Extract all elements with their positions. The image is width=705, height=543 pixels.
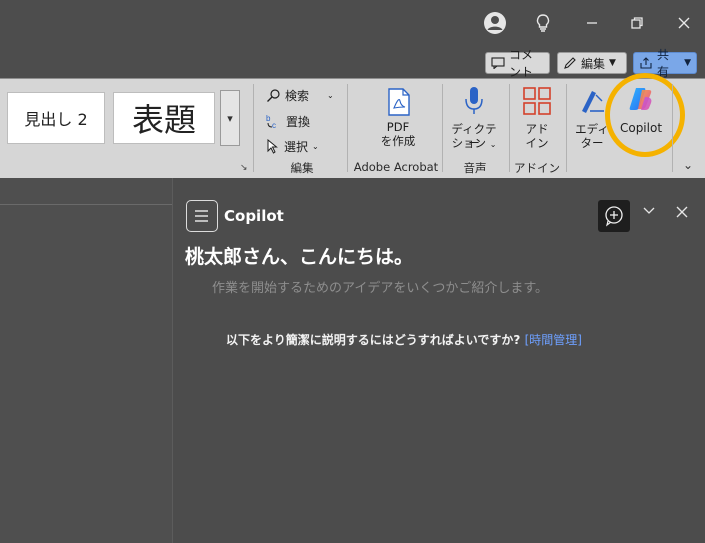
suggestion-link[interactable]: [時間管理] bbox=[525, 333, 582, 347]
create-pdf-label-2: を作成 bbox=[380, 134, 416, 148]
dictate-button[interactable]: ディクテー ション ⌄ bbox=[446, 84, 502, 154]
copilot-menu-icon[interactable] bbox=[186, 200, 218, 232]
comment-button[interactable]: コメント bbox=[485, 48, 550, 79]
style-title[interactable]: 表題 bbox=[113, 92, 215, 144]
close-icon[interactable] bbox=[671, 10, 697, 36]
ribbon-separator bbox=[509, 84, 510, 172]
document-ruler-line bbox=[0, 204, 172, 205]
svg-text:b: b bbox=[266, 114, 271, 123]
copilot-highlight-circle bbox=[605, 73, 685, 157]
pane-options-chevron-icon[interactable] bbox=[642, 203, 656, 217]
editing-group-label: 編集 bbox=[290, 161, 314, 175]
chevron-down-icon: ⌄ bbox=[312, 141, 319, 151]
new-chat-icon bbox=[605, 206, 623, 227]
style-heading2[interactable]: 見出し 2 bbox=[7, 92, 105, 144]
restore-icon[interactable] bbox=[624, 10, 650, 36]
suggestion-prompt[interactable]: 以下をより簡潔に説明するにはどうすればよいですか? [時間管理] bbox=[226, 331, 582, 348]
chevron-down-icon: ⌄ bbox=[327, 90, 334, 100]
create-pdf-button[interactable]: PDF を作成 bbox=[368, 84, 428, 154]
styles-gallery-more-button[interactable]: ▾ bbox=[220, 90, 240, 146]
new-chat-button[interactable] bbox=[598, 200, 630, 232]
share-label: 共有 bbox=[657, 48, 670, 79]
person-circle-icon[interactable] bbox=[482, 10, 508, 36]
share-icon bbox=[639, 56, 653, 70]
replace-icon: bc bbox=[266, 114, 282, 129]
dialog-launcher-icon[interactable]: ↘ bbox=[240, 163, 248, 173]
voice-group-label: 音声 bbox=[463, 161, 487, 175]
comment-label: コメント bbox=[509, 48, 534, 79]
create-pdf-label-1: PDF bbox=[386, 120, 410, 134]
pdf-document-icon bbox=[387, 88, 411, 120]
share-button[interactable]: 共有 ▼ bbox=[633, 48, 697, 79]
chevron-down-icon: ▼ bbox=[609, 58, 616, 68]
pane-close-icon[interactable] bbox=[675, 204, 689, 218]
dictate-label-2: ション ⌄ bbox=[451, 136, 497, 150]
comment-icon bbox=[491, 57, 505, 69]
edit-mode-button[interactable]: 編集 ▼ bbox=[557, 52, 627, 74]
ribbon-separator bbox=[442, 84, 443, 172]
search-icon bbox=[266, 88, 281, 103]
copilot-pane bbox=[173, 178, 705, 543]
ribbon-separator bbox=[347, 84, 348, 172]
edit-mode-label: 編集 bbox=[581, 56, 606, 71]
pencil-icon bbox=[563, 56, 577, 70]
add-ins-button[interactable]: アド イン bbox=[514, 84, 560, 154]
svg-text:c: c bbox=[272, 121, 276, 129]
select-button[interactable]: 選択 ⌄ bbox=[266, 135, 319, 157]
chevron-down-icon: ▼ bbox=[684, 58, 691, 68]
style-title-label: 表題 bbox=[131, 101, 196, 139]
suggestion-text: 以下をより簡潔に説明するにはどうすればよいですか? bbox=[226, 333, 521, 347]
find-label: 検索 bbox=[285, 88, 310, 103]
document-area[interactable] bbox=[0, 178, 172, 543]
find-button[interactable]: 検索 ⌄ bbox=[266, 84, 334, 106]
add-ins-grid-icon bbox=[523, 87, 551, 119]
lightbulb-icon[interactable] bbox=[530, 10, 556, 36]
ribbon-separator bbox=[672, 84, 673, 172]
ribbon-collapse-chevron-icon[interactable]: ⌄ bbox=[680, 158, 696, 172]
replace-button[interactable]: bc 置換 bbox=[266, 110, 310, 132]
add-ins-label-2: イン bbox=[525, 136, 549, 150]
ribbon-separator bbox=[566, 84, 567, 172]
minimize-icon[interactable] bbox=[579, 10, 605, 36]
style-heading2-label: 見出し 2 bbox=[24, 110, 88, 129]
copilot-pane-title: Copilot bbox=[224, 207, 284, 225]
add-ins-group-label: アドイン bbox=[514, 161, 560, 175]
cursor-arrow-icon bbox=[266, 138, 280, 154]
chevron-down-icon: ▾ bbox=[227, 111, 233, 125]
microphone-icon bbox=[464, 86, 484, 120]
editor-pen-icon bbox=[578, 87, 606, 119]
acrobat-group-label: Adobe Acrobat bbox=[353, 160, 439, 174]
select-label: 選択 bbox=[284, 139, 309, 154]
greeting-subtitle: 作業を開始するためのアイデアをいくつかご紹介します。 bbox=[212, 281, 549, 296]
add-ins-label-1: アド bbox=[525, 122, 549, 136]
greeting-heading: 桃太郎さん、こんにちは。 bbox=[185, 246, 414, 268]
ribbon-separator bbox=[253, 84, 254, 172]
editor-label-2: ター bbox=[580, 136, 604, 150]
replace-label: 置換 bbox=[286, 114, 311, 129]
chevron-down-icon: ⌄ bbox=[489, 140, 497, 149]
